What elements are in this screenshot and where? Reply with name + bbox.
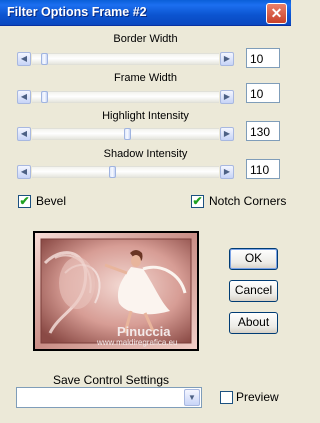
shadow-intensity-input[interactable]: 110 [246,159,280,179]
chevron-right-icon[interactable]: ▶ [220,127,234,141]
window-title: Filter Options Frame #2 [7,5,147,19]
watermark-url: www.maldiregrafica.eu [96,338,177,347]
slider-track[interactable] [32,91,219,103]
notch-corners-label: Notch Corners [209,194,287,208]
chevron-left-icon[interactable]: ◀ [17,90,31,104]
chevron-right-icon[interactable]: ▶ [220,90,234,104]
title-bar: Filter Options Frame #2 ✕ [0,0,291,26]
save-control-settings-label: Save Control Settings [52,373,170,387]
frame-width-slider[interactable]: ◀ ▶ [17,90,234,104]
border-width-label: Border Width [113,33,178,45]
close-button[interactable]: ✕ [266,3,287,24]
watermark-name: Pinuccia [117,324,171,339]
border-width-slider[interactable]: ◀ ▶ [17,52,234,66]
slider-thumb[interactable] [124,128,131,140]
frame-width-input[interactable]: 10 [246,83,280,103]
bevel-checkbox[interactable]: ✔ [18,195,31,208]
bevel-label: Bevel [36,194,67,208]
chevron-right-icon[interactable]: ▶ [220,52,234,66]
slider-thumb[interactable] [109,166,116,178]
ok-button[interactable]: OK [229,248,278,270]
slider-track[interactable] [32,53,219,65]
chevron-left-icon[interactable]: ◀ [17,127,31,141]
save-control-settings-select[interactable]: ▼ [16,387,202,408]
preview-checkbox[interactable] [220,391,233,404]
slider-track[interactable] [32,128,219,140]
chevron-left-icon[interactable]: ◀ [17,52,31,66]
about-button[interactable]: About [229,312,278,334]
notch-corners-checkbox[interactable]: ✔ [191,195,204,208]
slider-thumb[interactable] [41,91,48,103]
preview-label: Preview [236,390,279,404]
cancel-button[interactable]: Cancel [229,280,278,302]
shadow-intensity-slider[interactable]: ◀ ▶ [17,165,234,179]
preview-artwork: Pinuccia www.maldiregrafica.eu [35,233,197,349]
preview-image: Pinuccia www.maldiregrafica.eu [33,231,199,351]
chevron-left-icon[interactable]: ◀ [17,165,31,179]
slider-track[interactable] [32,166,219,178]
border-width-input[interactable]: 10 [246,48,280,68]
highlight-intensity-input[interactable]: 130 [246,121,280,141]
slider-thumb[interactable] [41,53,48,65]
chevron-down-icon[interactable]: ▼ [184,389,200,406]
chevron-right-icon[interactable]: ▶ [220,165,234,179]
highlight-intensity-slider[interactable]: ◀ ▶ [17,127,234,141]
